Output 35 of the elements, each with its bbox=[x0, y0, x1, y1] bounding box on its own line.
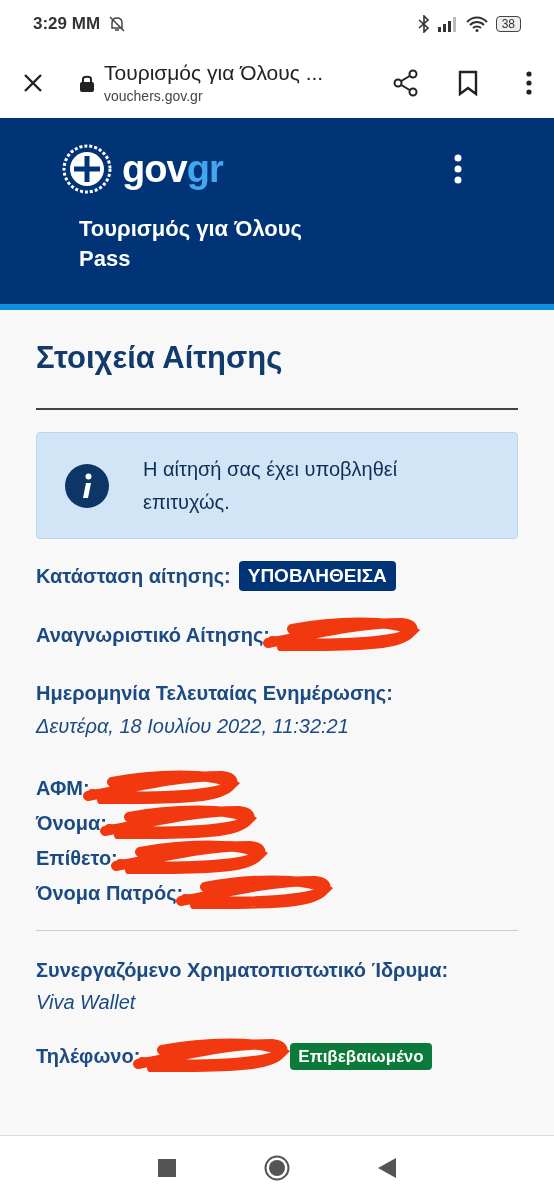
share-icon[interactable] bbox=[392, 69, 420, 97]
section-heading: Στοιχεία Αίτησης bbox=[36, 339, 284, 377]
field-label: Συνεργαζόμενο Χρηματοπιστωτικό Ίδρυμα: bbox=[36, 959, 449, 981]
field-label: ΑΦΜ: bbox=[36, 775, 90, 801]
signal-icon bbox=[437, 16, 458, 32]
field-value: Δευτέρα, 18 Ιουλίου 2022, 11:32:21 bbox=[36, 714, 350, 739]
field-label: Όνομα Πατρός: bbox=[36, 880, 184, 906]
govgr-logo: govgr bbox=[122, 150, 223, 188]
back-icon[interactable] bbox=[378, 1158, 396, 1178]
status-time: 3:29 MM bbox=[33, 13, 101, 36]
more-icon[interactable] bbox=[454, 154, 462, 184]
verified-badge: Επιβεβαιωμένο bbox=[290, 1042, 432, 1070]
status-badge: ΥΠΟΒΛΗΘΕΙΣΑ bbox=[238, 561, 396, 591]
bell-off-icon bbox=[108, 15, 127, 33]
info-icon bbox=[65, 463, 109, 508]
field-label: Επίθετο: bbox=[36, 845, 118, 871]
more-icon[interactable] bbox=[526, 71, 532, 95]
bookmark-icon[interactable] bbox=[458, 70, 478, 96]
wifi-icon bbox=[465, 16, 488, 32]
page-title: Τουρισμός για Όλους ... bbox=[104, 59, 325, 86]
service-title: Τουρισμός για Όλους Pass bbox=[79, 215, 304, 273]
close-icon[interactable] bbox=[22, 72, 44, 94]
emblem-icon bbox=[62, 144, 112, 194]
lock-icon bbox=[80, 74, 94, 92]
bluetooth-icon bbox=[417, 15, 430, 33]
field-label: Κατάσταση αίτησης: bbox=[36, 564, 231, 589]
field-value: Viva Wallet bbox=[36, 991, 136, 1013]
field-label: Όνομα: bbox=[36, 810, 108, 836]
page-url: vouchers.gov.gr bbox=[104, 86, 204, 106]
battery-indicator: 38 bbox=[495, 16, 521, 32]
field-label: Ημερομηνία Τελευταίας Ενημέρωσης: bbox=[36, 681, 394, 706]
home-icon[interactable] bbox=[264, 1155, 290, 1181]
field-label: Αναγνωριστικό Αίτησης: bbox=[36, 622, 270, 648]
field-label: Τηλέφωνο: bbox=[36, 1044, 141, 1069]
alert-message: Η αίτησή σας έχει υποβληθεί επιτυχώς. bbox=[143, 456, 399, 515]
